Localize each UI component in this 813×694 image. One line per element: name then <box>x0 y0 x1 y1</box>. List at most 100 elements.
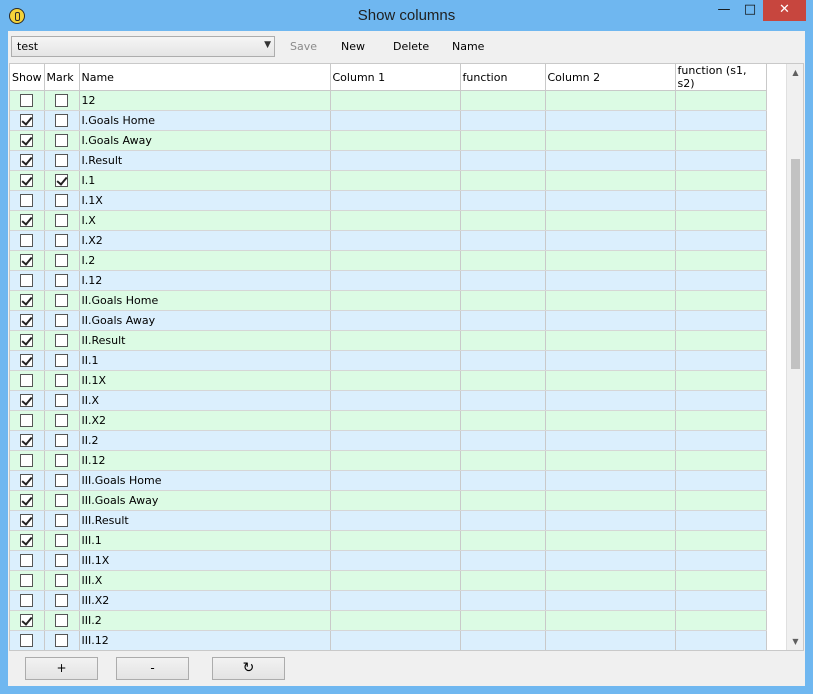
function-cell[interactable] <box>460 170 546 191</box>
column-2-cell[interactable] <box>545 630 676 650</box>
name-cell[interactable]: II.X <box>79 390 331 411</box>
function-cell[interactable] <box>460 190 546 211</box>
mark-checkbox[interactable] <box>55 554 68 568</box>
column-1-cell[interactable] <box>330 230 461 251</box>
name-cell[interactable]: III.Goals Away <box>79 490 331 511</box>
table-row[interactable]: II.Goals Home <box>10 290 767 311</box>
mark-checkbox[interactable] <box>55 274 68 288</box>
function-cell[interactable] <box>460 90 546 111</box>
scroll-up-icon[interactable]: ▲ <box>787 64 803 81</box>
table-row[interactable]: II.2 <box>10 430 767 451</box>
table-row[interactable]: I.1X <box>10 190 767 211</box>
mark-checkbox[interactable] <box>55 394 68 408</box>
mark-checkbox[interactable] <box>55 354 68 368</box>
function-s1-s2-cell[interactable] <box>675 570 767 591</box>
show-checkbox[interactable] <box>20 134 34 148</box>
mark-checkbox[interactable] <box>55 374 68 388</box>
function-s1-s2-cell[interactable] <box>675 550 767 571</box>
column-1-cell[interactable] <box>330 490 461 511</box>
table-row[interactable]: II.X2 <box>10 410 767 431</box>
table-row[interactable]: II.Goals Away <box>10 310 767 331</box>
table-row[interactable]: III.X <box>10 570 767 591</box>
name-cell[interactable]: I.X <box>79 210 331 231</box>
column-2-cell[interactable] <box>545 530 676 551</box>
show-checkbox[interactable] <box>20 234 34 248</box>
name-cell[interactable]: 12 <box>79 90 331 111</box>
function-cell[interactable] <box>460 150 546 171</box>
column-2-cell[interactable] <box>545 610 676 631</box>
mark-checkbox[interactable] <box>55 494 68 508</box>
table-row[interactable]: I.Result <box>10 150 767 171</box>
function-s1-s2-cell[interactable] <box>675 170 767 191</box>
name-cell[interactable]: II.X2 <box>79 410 331 431</box>
name-button[interactable]: Name <box>452 40 484 53</box>
column-1-cell[interactable] <box>330 190 461 211</box>
name-cell[interactable]: III.1X <box>79 550 331 571</box>
column-1-cell[interactable] <box>330 90 461 111</box>
function-s1-s2-cell[interactable] <box>675 510 767 531</box>
mark-checkbox[interactable] <box>55 194 68 208</box>
table-row[interactable]: III.1X <box>10 550 767 571</box>
function-cell[interactable] <box>460 350 546 371</box>
function-s1-s2-cell[interactable] <box>675 410 767 431</box>
function-s1-s2-cell[interactable] <box>675 390 767 411</box>
column-1-cell[interactable] <box>330 390 461 411</box>
maximize-button[interactable]: □ <box>737 0 763 21</box>
table-row[interactable]: II.1 <box>10 350 767 371</box>
show-checkbox[interactable] <box>20 414 34 428</box>
column-1-cell[interactable] <box>330 290 461 311</box>
show-checkbox[interactable] <box>20 454 34 468</box>
column-2-cell[interactable] <box>545 130 676 151</box>
show-checkbox[interactable] <box>20 554 34 568</box>
show-checkbox[interactable] <box>20 314 34 328</box>
table-row[interactable]: III.1 <box>10 530 767 551</box>
name-cell[interactable]: III.1 <box>79 530 331 551</box>
mark-checkbox[interactable] <box>55 454 68 468</box>
mark-checkbox[interactable] <box>55 154 68 168</box>
function-s1-s2-cell[interactable] <box>675 590 767 611</box>
mark-checkbox[interactable] <box>55 434 68 448</box>
show-checkbox[interactable] <box>20 94 34 108</box>
function-cell[interactable] <box>460 290 546 311</box>
show-checkbox[interactable] <box>20 534 34 548</box>
mark-checkbox[interactable] <box>55 594 68 608</box>
show-checkbox[interactable] <box>20 154 34 168</box>
table-row[interactable]: I.Goals Home <box>10 110 767 131</box>
function-cell[interactable] <box>460 250 546 271</box>
show-checkbox[interactable] <box>20 514 34 528</box>
title-bar[interactable]: Show columns — □ ✕ <box>0 0 813 31</box>
function-s1-s2-cell[interactable] <box>675 210 767 231</box>
function-cell[interactable] <box>460 370 546 391</box>
show-checkbox[interactable] <box>20 194 34 208</box>
refresh-button[interactable]: ↻ <box>212 657 285 680</box>
column-2-cell[interactable] <box>545 430 676 451</box>
show-checkbox[interactable] <box>20 354 34 368</box>
function-s1-s2-cell[interactable] <box>675 230 767 251</box>
mark-checkbox[interactable] <box>55 414 68 428</box>
show-checkbox[interactable] <box>20 334 34 348</box>
mark-checkbox[interactable] <box>55 514 68 528</box>
new-button[interactable]: New <box>341 40 365 53</box>
table-row[interactable]: I.12 <box>10 270 767 291</box>
close-button[interactable]: ✕ <box>763 0 806 21</box>
remove-row-button[interactable]: - <box>116 657 189 680</box>
function-s1-s2-cell[interactable] <box>675 150 767 171</box>
function-cell[interactable] <box>460 610 546 631</box>
preset-select[interactable]: test ▼ <box>11 36 275 57</box>
column-2-cell[interactable] <box>545 190 676 211</box>
function-s1-s2-cell[interactable] <box>675 530 767 551</box>
col-header-mark[interactable]: Mark <box>44 64 80 91</box>
column-1-cell[interactable] <box>330 310 461 331</box>
add-row-button[interactable]: + <box>25 657 98 680</box>
column-2-cell[interactable] <box>545 450 676 471</box>
column-2-cell[interactable] <box>545 350 676 371</box>
column-2-cell[interactable] <box>545 550 676 571</box>
column-1-cell[interactable] <box>330 150 461 171</box>
column-2-cell[interactable] <box>545 210 676 231</box>
column-1-cell[interactable] <box>330 470 461 491</box>
name-cell[interactable]: II.12 <box>79 450 331 471</box>
mark-checkbox[interactable] <box>55 534 68 548</box>
column-1-cell[interactable] <box>330 270 461 291</box>
function-s1-s2-cell[interactable] <box>675 490 767 511</box>
column-1-cell[interactable] <box>330 330 461 351</box>
